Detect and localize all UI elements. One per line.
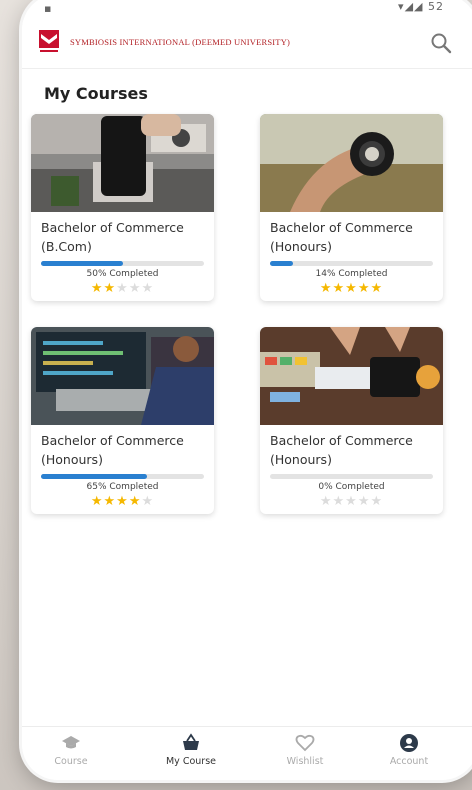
graduation-cap-icon — [62, 736, 80, 749]
progress-bar — [41, 474, 204, 479]
course-title: Bachelor of Commerce (Honours) — [270, 220, 413, 254]
star-filled-icon: ★ — [357, 281, 371, 296]
star-filled-icon: ★ — [116, 494, 129, 509]
star-empty-icon: ★ — [141, 494, 155, 509]
star-filled-icon: ★ — [103, 281, 117, 296]
progress-bar — [41, 261, 204, 266]
progress-text: 65% Completed — [86, 482, 159, 492]
course-title: Bachelor of Commerce (Honours) — [270, 433, 413, 467]
nav-wishlist[interactable]: Wishlist — [260, 733, 350, 767]
progress-fill — [270, 261, 293, 266]
nav-course[interactable]: Course — [26, 733, 116, 767]
star-filled-icon: ★ — [332, 281, 346, 296]
progress-text: 0% Completed — [318, 482, 385, 492]
course-card[interactable]: Bachelor of Commerce (Honours) 14% Compl… — [260, 114, 443, 301]
star-filled-icon: ★ — [128, 494, 142, 509]
nav-label: Account — [389, 756, 429, 767]
status-right: ▾◢◢ 52 — [398, 0, 444, 13]
progress-fill — [41, 261, 123, 266]
nav-label: Wishlist — [286, 756, 324, 767]
nav-label: Course — [54, 756, 88, 767]
page-title: My Courses — [44, 84, 148, 103]
star-filled-icon: ★ — [103, 494, 117, 509]
course-card[interactable]: Bachelor of Commerce (B.Com) 50% Complet… — [31, 114, 214, 301]
heart-icon — [295, 734, 315, 752]
star-empty-icon: ★ — [332, 494, 346, 509]
rating-stars: ★★★★★ — [31, 494, 214, 514]
brand-name: SYMBIOSIS INTERNATIONAL (DEEMED UNIVERSI… — [70, 37, 291, 47]
course-thumbnail-lens — [260, 114, 443, 212]
progress-fill — [41, 474, 147, 479]
app-header: SYMBIOSIS INTERNATIONAL (DEEMED UNIVERSI… — [22, 20, 472, 69]
university-logo-icon — [39, 30, 59, 52]
star-filled-icon: ★ — [90, 494, 104, 509]
star-empty-icon: ★ — [345, 494, 358, 509]
course-thumbnail-coding — [31, 327, 214, 425]
star-filled-icon: ★ — [319, 281, 333, 296]
course-title: Bachelor of Commerce (B.Com) — [41, 220, 184, 254]
course-title: Bachelor of Commerce (Honours) — [41, 433, 184, 467]
course-thumbnail-design — [260, 327, 443, 425]
star-filled-icon: ★ — [345, 281, 358, 296]
star-empty-icon: ★ — [319, 494, 333, 509]
battery-text: 52 — [428, 0, 444, 13]
course-card[interactable]: Bachelor of Commerce (Honours) 65% Compl… — [31, 327, 214, 514]
progress-text: 50% Completed — [86, 269, 159, 279]
basket-icon — [183, 733, 199, 750]
phone-screen: ▪ ▾◢◢ 52 SYMBIOSIS INTERNATIONAL (DEEMED… — [22, 0, 472, 780]
star-empty-icon: ★ — [141, 281, 155, 296]
star-empty-icon: ★ — [116, 281, 129, 296]
course-thumbnail-phone-desk — [31, 114, 214, 212]
nav-label: My Course — [165, 756, 216, 767]
rating-stars: ★★★★★ — [31, 281, 214, 301]
course-card[interactable]: Bachelor of Commerce (Honours) 0% Comple… — [260, 327, 443, 514]
nav-account[interactable]: Account — [364, 733, 454, 767]
progress-text: 14% Completed — [315, 269, 388, 279]
star-empty-icon: ★ — [128, 281, 142, 296]
bottom-nav: Course My Course Wishlist Account — [22, 726, 472, 780]
user-icon — [400, 734, 418, 752]
progress-bar — [270, 261, 433, 266]
star-filled-icon: ★ — [370, 281, 384, 296]
star-empty-icon: ★ — [370, 494, 384, 509]
star-filled-icon: ★ — [90, 281, 104, 296]
notification-icon: ▪ — [44, 2, 52, 15]
nav-my-course[interactable]: My Course — [146, 733, 236, 767]
status-bar: ▪ ▾◢◢ 52 — [22, 0, 472, 18]
rating-stars: ★★★★★ — [260, 494, 443, 514]
star-empty-icon: ★ — [357, 494, 371, 509]
search-icon[interactable] — [430, 32, 452, 54]
progress-bar — [270, 474, 433, 479]
rating-stars: ★★★★★ — [260, 281, 443, 301]
signal-icon: ▾◢◢ — [398, 0, 424, 13]
